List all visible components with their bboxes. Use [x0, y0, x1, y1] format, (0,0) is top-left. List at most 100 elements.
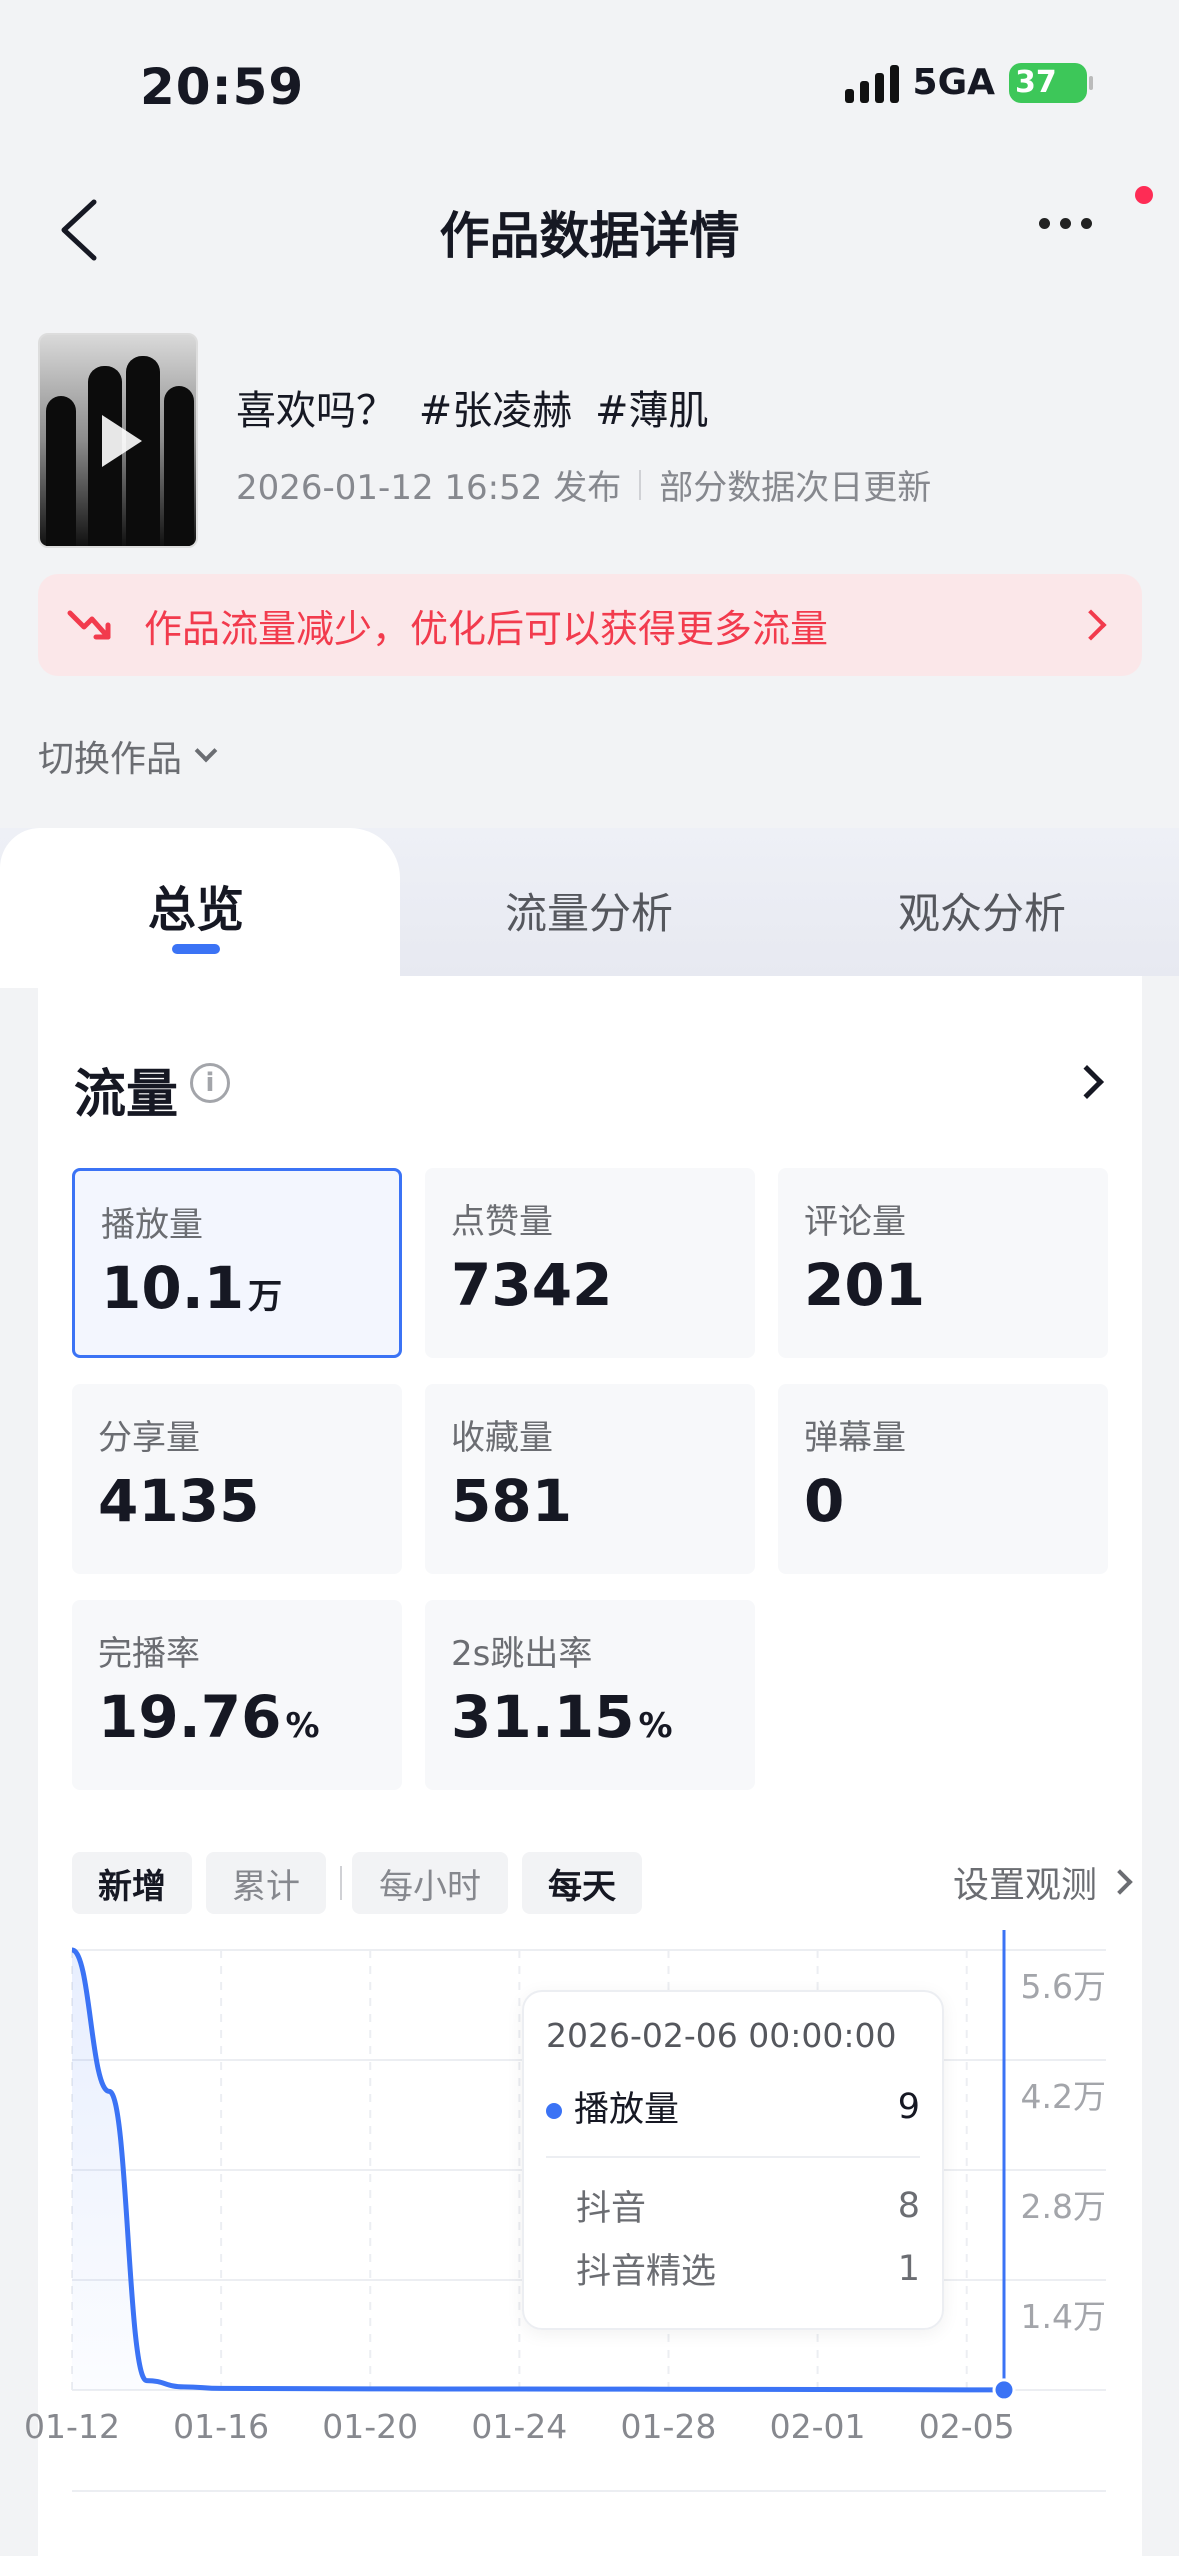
- y-tick-label: 5.6万: [1021, 1967, 1106, 2006]
- notification-dot: [1135, 186, 1153, 204]
- metric-number: 7342: [451, 1251, 613, 1319]
- metric-value: 10.1 万: [101, 1254, 373, 1322]
- tooltip-main-row: 播放量 9: [546, 2081, 920, 2158]
- chip-hourly[interactable]: 每小时: [352, 1852, 508, 1914]
- switch-work-label: 切换作品: [38, 739, 183, 780]
- series-dot-icon: [546, 2103, 562, 2119]
- tab-indicator: [172, 944, 220, 954]
- work-title: 喜欢吗？ #张凌赫 #薄肌: [236, 388, 709, 434]
- more-button[interactable]: [1039, 198, 1109, 248]
- metric-label: 2s跳出率: [451, 1634, 593, 1674]
- chip-cumulative[interactable]: 累计: [206, 1852, 326, 1914]
- tooltip-main-label-wrap: 播放量: [546, 2081, 679, 2132]
- section-title: 流量: [74, 1065, 179, 1125]
- tab-overview[interactable]: 总览: [148, 870, 244, 940]
- tooltip-sub-row: 抖音精选 1: [546, 2243, 920, 2294]
- battery-level: 37: [1015, 65, 1057, 100]
- x-tick-label: 01-20: [322, 2407, 418, 2446]
- x-tick-label: 01-24: [471, 2407, 567, 2446]
- chart-tooltip: 2026-02-06 00:00:00 播放量 9 抖音 8 抖音精选 1: [522, 1990, 944, 2330]
- chip-new[interactable]: 新增: [72, 1852, 192, 1914]
- status-time: 20:59: [140, 58, 305, 116]
- status-icons: 5GA 37: [844, 62, 1093, 103]
- x-axis-labels: 01-12 01-16 01-20 01-24 01-28 02-01 02-05: [24, 2407, 1015, 2446]
- chip-daily[interactable]: 每天: [522, 1852, 642, 1914]
- x-tick-label: 02-01: [770, 2407, 866, 2446]
- metric-2s-bounce-rate[interactable]: 2s跳出率 31.15%: [425, 1600, 755, 1790]
- chevron-down-icon: [194, 739, 218, 763]
- tooltip-sub-label: 抖音: [576, 2189, 647, 2229]
- metric-number: 10.1: [101, 1254, 245, 1322]
- metric-shares[interactable]: 分享量 4135: [72, 1384, 402, 1574]
- metric-value: 0: [804, 1467, 1082, 1535]
- metric-plays[interactable]: 播放量 10.1 万: [72, 1168, 402, 1358]
- divider: [72, 2490, 1106, 2492]
- page-title: 作品数据详情: [439, 207, 740, 265]
- trend-down-icon: [67, 610, 111, 640]
- network-label: 5GA: [912, 62, 995, 103]
- tooltip-time: 2026-02-06 00:00:00: [546, 2016, 897, 2055]
- metric-label: 分享量: [98, 1418, 200, 1458]
- more-dot: [1081, 217, 1092, 229]
- tooltip-sub-row: 抖音 8: [546, 2180, 920, 2231]
- tooltip-main-label: 播放量: [574, 2090, 680, 2130]
- x-tick-label: 01-12: [24, 2407, 120, 2446]
- metric-value: 201: [804, 1251, 1082, 1319]
- tooltip-main-value: 9: [897, 2086, 920, 2127]
- observe-label: 设置观测: [952, 1865, 1097, 1906]
- metric-label: 评论量: [804, 1202, 906, 1242]
- tooltip-sub-value: 1: [897, 2248, 920, 2289]
- metric-number: 201: [804, 1251, 926, 1319]
- chevron-right-icon: [1107, 1869, 1133, 1895]
- tab-traffic-analysis[interactable]: 流量分析: [505, 880, 673, 941]
- metric-label: 点赞量: [451, 1202, 553, 1242]
- metric-number: 31.15: [451, 1683, 635, 1751]
- play-icon: [102, 414, 142, 467]
- tooltip-sub-label: 抖音精选: [576, 2252, 717, 2292]
- metric-label: 收藏量: [451, 1418, 553, 1458]
- thumb-figure: [164, 386, 194, 546]
- more-dot: [1060, 217, 1071, 229]
- metric-label: 播放量: [101, 1205, 203, 1245]
- signal-icon: [844, 63, 899, 103]
- alert-text: 作品流量减少，优化后可以获得更多流量: [144, 606, 829, 651]
- metric-unit: %: [285, 1706, 320, 1746]
- set-observe-button[interactable]: 设置观测: [952, 1856, 1133, 1908]
- switch-work-button[interactable]: 切换作品: [38, 730, 218, 782]
- chevron-right-icon: [1075, 609, 1107, 641]
- traffic-alert-banner[interactable]: 作品流量减少，优化后可以获得更多流量: [38, 574, 1142, 676]
- publish-time: 2026-01-12 16:52 发布: [236, 468, 622, 508]
- metric-danmaku[interactable]: 弹幕量 0: [778, 1384, 1108, 1574]
- metric-number: 0: [804, 1467, 845, 1535]
- x-tick-label: 01-28: [621, 2407, 717, 2446]
- chart-cursor-point: [992, 2378, 1016, 2402]
- metric-value: 31.15%: [451, 1683, 729, 1751]
- metric-value: 4135: [98, 1467, 376, 1535]
- y-tick-label: 1.4万: [1021, 2297, 1106, 2336]
- y-tick-label: 2.8万: [1021, 2187, 1106, 2226]
- metric-label: 完播率: [98, 1634, 200, 1674]
- metric-number: 581: [451, 1467, 573, 1535]
- divider: [639, 469, 642, 500]
- tooltip-sub-value: 8: [897, 2185, 920, 2226]
- x-tick-label: 02-05: [919, 2407, 1015, 2446]
- thumb-figure: [46, 396, 76, 546]
- metric-value: 581: [451, 1467, 729, 1535]
- metric-favorites[interactable]: 收藏量 581: [425, 1384, 755, 1574]
- y-tick-label: 4.2万: [1021, 2077, 1106, 2116]
- metric-value: 7342: [451, 1251, 729, 1319]
- chip-divider: [340, 1866, 342, 1900]
- x-tick-label: 01-16: [173, 2407, 269, 2446]
- metric-label: 弹幕量: [804, 1418, 906, 1458]
- metric-comments[interactable]: 评论量 201: [778, 1168, 1108, 1358]
- more-dots-icon: [1039, 217, 1050, 229]
- work-meta: 2026-01-12 16:52 发布 部分数据次日更新: [236, 460, 931, 509]
- work-thumbnail[interactable]: [38, 333, 198, 548]
- metric-likes[interactable]: 点赞量 7342: [425, 1168, 755, 1358]
- tab-audience-analysis[interactable]: 观众分析: [898, 880, 1066, 941]
- metric-unit: 万: [248, 1277, 283, 1317]
- metric-completion-rate[interactable]: 完播率 19.76%: [72, 1600, 402, 1790]
- info-icon[interactable]: i: [190, 1063, 230, 1103]
- metric-number: 4135: [98, 1467, 260, 1535]
- update-note: 部分数据次日更新: [659, 468, 932, 508]
